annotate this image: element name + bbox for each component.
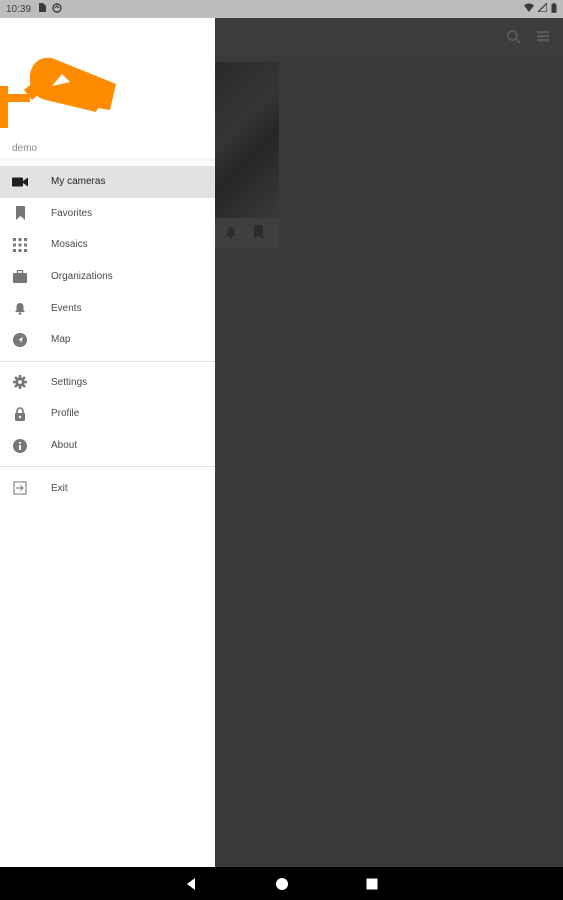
videocam-icon	[12, 174, 28, 190]
gear-icon	[12, 374, 28, 390]
grid-icon	[12, 237, 28, 253]
menu-item-exit[interactable]: Exit	[0, 472, 215, 504]
menu-item-map[interactable]: Map	[0, 324, 215, 356]
navigation-drawer: demo My cameras Favorites Mosaics Organi…	[0, 18, 215, 867]
menu-item-label: Settings	[51, 376, 88, 388]
menu-item-label: Map	[51, 334, 71, 346]
camera-thumbnail[interactable]	[215, 62, 279, 218]
card-actions	[215, 220, 279, 246]
sim-card-icon	[38, 3, 47, 15]
battery-icon	[551, 2, 557, 16]
status-time: 10:39	[6, 3, 32, 15]
menu-item-label: Exit	[51, 482, 68, 494]
menu-item-about[interactable]: About	[0, 430, 215, 462]
exit-icon	[12, 480, 28, 496]
menu-divider	[0, 466, 215, 468]
menu-item-label: Events	[51, 302, 82, 314]
bookmark-icon	[12, 205, 28, 221]
info-icon	[12, 438, 28, 454]
menu-item-label: My cameras	[51, 176, 106, 188]
back-icon[interactable]	[184, 877, 198, 891]
signal-icon	[536, 1, 548, 15]
camera-logo	[0, 46, 120, 141]
status-bar: 10:39	[0, 0, 563, 18]
header-divider	[0, 158, 215, 164]
bookmark-icon[interactable]	[253, 225, 264, 244]
menu-item-my-cameras[interactable]: My cameras	[0, 166, 215, 198]
camera-card[interactable]	[215, 62, 279, 248]
wifi-icon	[524, 3, 534, 15]
menu-item-label: Organizations	[51, 271, 113, 283]
navigation-icon	[12, 332, 28, 348]
lock-icon	[12, 406, 28, 422]
menu-item-favorites[interactable]: Favorites	[0, 198, 215, 230]
bell-icon	[12, 300, 28, 316]
menu-item-organizations[interactable]: Organizations	[0, 261, 215, 293]
menu-item-label: Mosaics	[51, 239, 88, 251]
menu-item-label: About	[51, 440, 78, 452]
drawer-menu: My cameras Favorites Mosaics Organizatio…	[0, 166, 215, 504]
drawer-header: demo	[0, 18, 215, 168]
menu-item-label: Profile	[51, 408, 80, 420]
menu-item-profile[interactable]: Profile	[0, 398, 215, 430]
sync-icon	[52, 2, 62, 16]
account-name: demo	[12, 143, 38, 154]
home-icon[interactable]	[275, 877, 289, 891]
menu-divider	[0, 360, 215, 362]
menu-item-label: Favorites	[51, 207, 93, 219]
menu-item-events[interactable]: Events	[0, 292, 215, 324]
menu-item-settings[interactable]: Settings	[0, 367, 215, 399]
recents-icon[interactable]	[365, 877, 379, 891]
list-view-icon[interactable]	[536, 29, 554, 47]
bell-icon[interactable]	[225, 226, 237, 244]
system-nav-bar	[0, 867, 563, 900]
menu-item-mosaics[interactable]: Mosaics	[0, 229, 215, 261]
search-icon[interactable]	[506, 29, 524, 47]
briefcase-icon	[12, 269, 28, 285]
